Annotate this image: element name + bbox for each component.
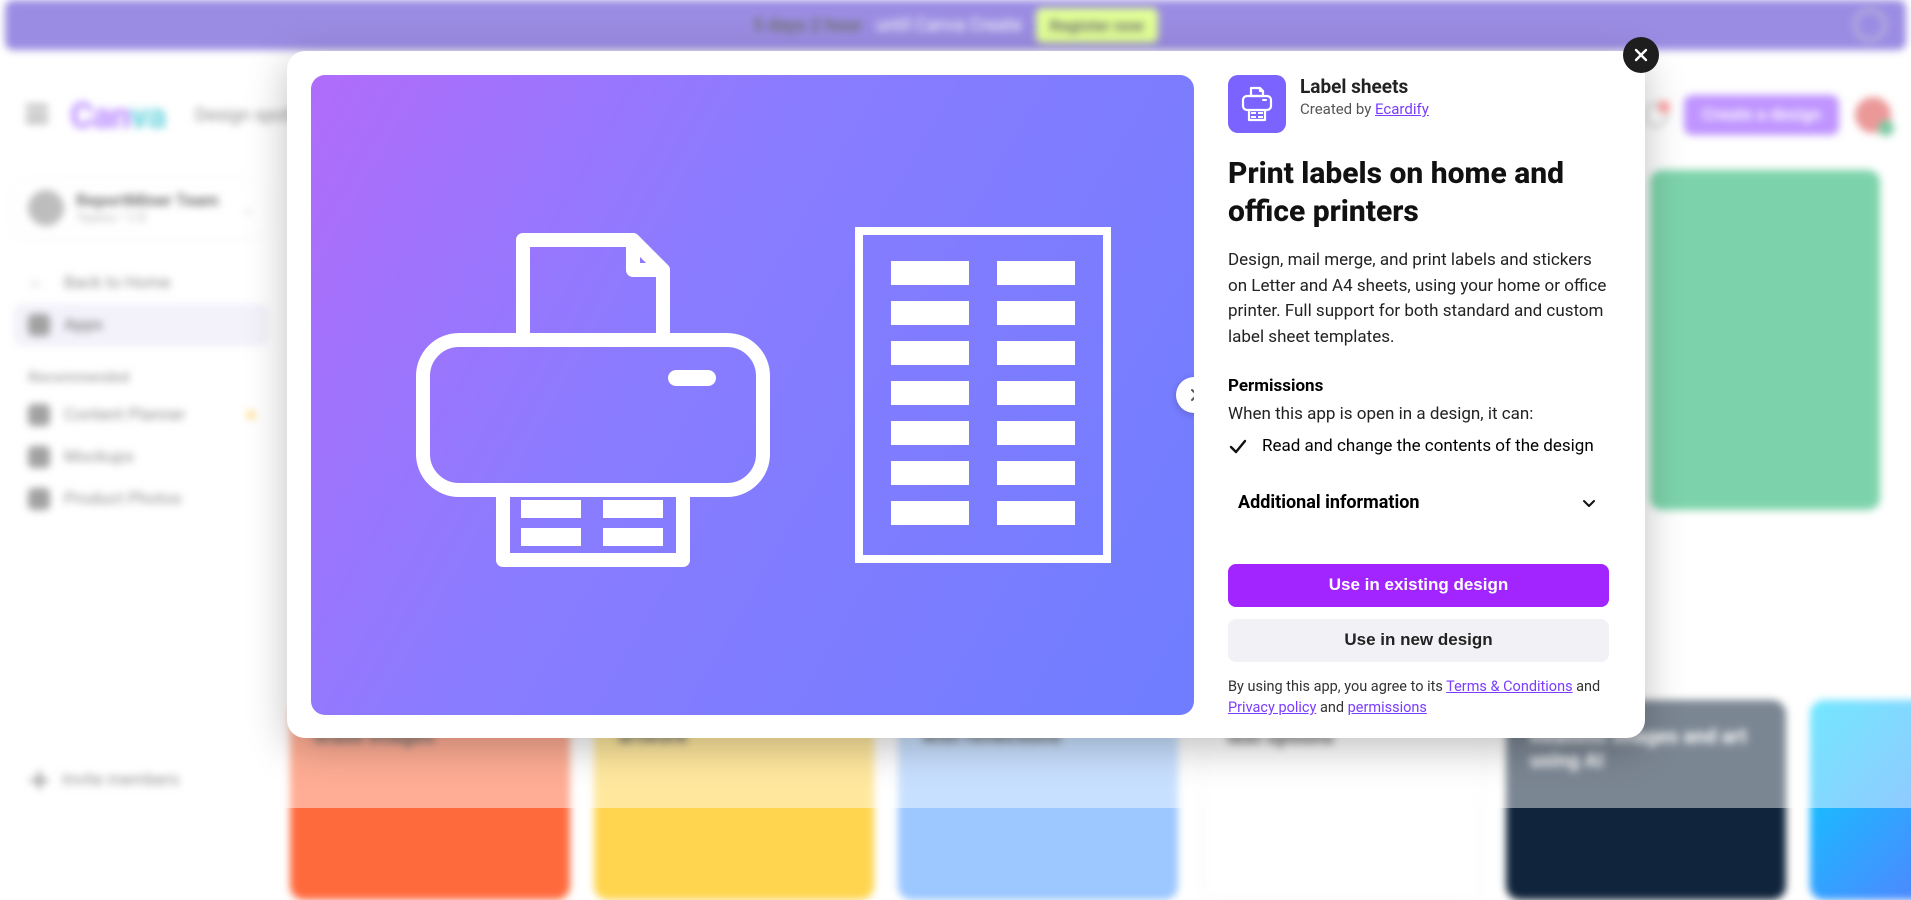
creator-link[interactable]: Ecardify: [1375, 100, 1429, 118]
use-in-new-design-button[interactable]: Use in new design: [1228, 619, 1609, 662]
app-description: Design, mail merge, and print labels and…: [1228, 248, 1608, 350]
app-created-by: Created by Ecardify: [1300, 100, 1429, 118]
check-icon: [1228, 436, 1248, 456]
privacy-link[interactable]: Privacy policy: [1228, 699, 1316, 716]
legal-text: By using this app, you agree to its Term…: [1228, 676, 1609, 718]
hero-image: [311, 75, 1194, 715]
printer-illustration: [393, 220, 793, 570]
app-title: Label sheets: [1300, 75, 1429, 98]
app-icon: [1228, 75, 1286, 133]
app-heading: Print labels on home and office printers: [1228, 155, 1609, 230]
additional-info-toggle[interactable]: Additional information: [1228, 484, 1609, 521]
terms-link[interactable]: Terms & Conditions: [1446, 678, 1572, 695]
label-sheet-illustration: [853, 225, 1113, 565]
chevron-down-icon: [1579, 493, 1599, 513]
close-button[interactable]: [1623, 37, 1659, 73]
close-icon: [1633, 47, 1649, 63]
use-in-existing-design-button[interactable]: Use in existing design: [1228, 564, 1609, 607]
permissions-heading: Permissions: [1228, 376, 1609, 396]
permission-item: Read and change the contents of the desi…: [1228, 436, 1609, 456]
app-details-dialog: Label sheets Created by Ecardify Print l…: [287, 51, 1645, 738]
permissions-intro: When this app is open in a design, it ca…: [1228, 404, 1609, 424]
permission-text: Read and change the contents of the desi…: [1262, 436, 1594, 456]
details-panel: Label sheets Created by Ecardify Print l…: [1218, 51, 1645, 738]
permissions-link[interactable]: permissions: [1348, 699, 1427, 716]
accordion-label: Additional information: [1238, 492, 1419, 513]
app-header: Label sheets Created by Ecardify: [1228, 75, 1609, 133]
